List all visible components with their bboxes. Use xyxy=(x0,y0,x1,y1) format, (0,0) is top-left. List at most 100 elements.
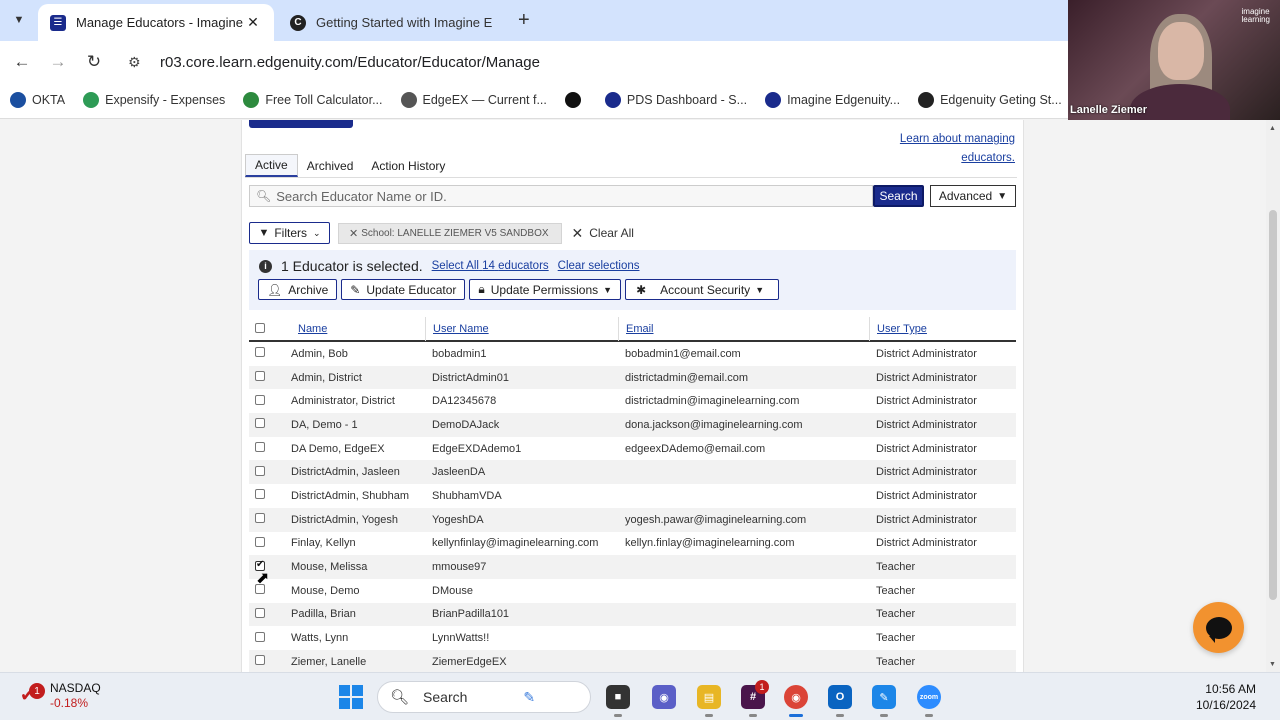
select-all-link[interactable]: Select All 14 educators xyxy=(432,260,549,272)
row-checkbox[interactable] xyxy=(255,371,265,382)
learn-link-line2[interactable]: educators. xyxy=(961,152,1015,164)
bookmark-label[interactable]: Imagine Edgenuity... xyxy=(787,93,900,107)
email-column-header[interactable]: Email xyxy=(618,317,869,341)
select-all-count[interactable]: 14 xyxy=(482,260,495,272)
bookmark-item[interactable]: Imagine Edgenuity... xyxy=(765,91,900,108)
bookmark-item[interactable]: PDS Dashboard - S... xyxy=(604,91,747,108)
bookmark-label[interactable]: PDS Dashboard - S... xyxy=(627,93,747,107)
row-checkbox[interactable] xyxy=(255,631,265,642)
teams-icon[interactable]: ◉ xyxy=(652,685,676,709)
select-all-prefix[interactable]: Select All xyxy=(432,260,479,272)
learn-link-line1[interactable]: Learn about managing xyxy=(900,133,1015,145)
row-checkbox[interactable] xyxy=(255,347,265,358)
search-button[interactable]: Search xyxy=(873,185,924,207)
tab-active[interactable]: Active xyxy=(245,154,298,177)
row-checkbox[interactable] xyxy=(255,442,265,453)
tab-action-history[interactable]: Action History xyxy=(362,154,454,177)
archive-button[interactable]: 👤︎ Archive xyxy=(258,279,338,300)
bookmark-label[interactable]: Edgenuity Geting St... xyxy=(940,93,1062,107)
clear-all-filters-button[interactable]: ✕ Clear All xyxy=(572,225,634,242)
bookmark-item[interactable]: EdgeEX — Current f... xyxy=(400,91,547,108)
remove-chip-icon[interactable]: ✕ xyxy=(349,227,358,240)
advanced-search-button[interactable]: Advanced ▼ xyxy=(930,185,1016,207)
url-omnibox[interactable]: ⚙ r03.core.learn.edgenuity.com/Educator/… xyxy=(120,46,1065,78)
table-row[interactable]: DistrictAdmin, Yogesh YogeshDA yogesh.pawa… xyxy=(249,507,1016,532)
page-scrollbar[interactable]: ▲ ▼ xyxy=(1266,120,1280,672)
chrome-icon[interactable]: ◉ xyxy=(784,685,808,717)
table-row[interactable]: Watts, Lynn LynnWatts!! Teacher xyxy=(249,626,1016,650)
tab-archived[interactable]: Archived xyxy=(298,154,363,177)
row-checkbox-cell xyxy=(249,655,291,668)
forward-arrow-icon[interactable]: → xyxy=(46,50,70,74)
bookmark-label[interactable]: OKTA xyxy=(32,93,65,107)
bookmark-item[interactable]: Free Toll Calculator... xyxy=(243,91,383,108)
bookmark-item[interactable]: Expensify - Expenses xyxy=(83,91,225,108)
file-explorer-icon[interactable]: ▤ xyxy=(697,685,721,717)
row-checkbox[interactable] xyxy=(255,607,265,618)
learn-about-managing-link[interactable]: Learn about managing educators. xyxy=(900,130,1015,168)
account-security-button[interactable]: ✱ Account Security ▼ xyxy=(625,279,780,300)
new-tab-plus-icon[interactable]: + xyxy=(518,9,530,32)
row-checkbox[interactable] xyxy=(255,394,265,405)
select-all-checkbox[interactable] xyxy=(255,323,265,333)
row-checkbox[interactable] xyxy=(255,513,265,524)
close-tab-icon[interactable]: ✕ xyxy=(244,14,262,31)
clear-selections-link[interactable]: Clear selections xyxy=(558,260,640,272)
row-checkbox[interactable] xyxy=(255,418,265,429)
chat-support-button[interactable] xyxy=(1193,602,1244,653)
update-educator-button[interactable]: ✎ Update Educator xyxy=(341,279,466,300)
table-row[interactable]: Mouse, Melissa mmouse97 Teacher xyxy=(249,555,1016,579)
table-row[interactable]: Administrator, District DA12345678 distric… xyxy=(249,389,1016,413)
browser-tab-manage-educators[interactable]: ☰ Manage Educators - Imagine Ed ✕ xyxy=(38,4,274,41)
username-cell: JasleenDA xyxy=(432,466,486,479)
system-clock[interactable]: 10:56 AM 10/16/2024 xyxy=(1196,681,1256,713)
windows-start-icon[interactable] xyxy=(339,685,363,709)
name-column-header[interactable]: Name xyxy=(291,317,425,341)
reload-icon[interactable]: ↻ xyxy=(82,50,106,74)
stock-widget[interactable]: ✔ 1 NASDAQ -0.18% xyxy=(20,681,101,711)
table-row[interactable]: Padilla, Brian BrianPadilla101 Teacher xyxy=(249,602,1016,627)
table-row[interactable]: Mouse, Demo DMouse Teacher xyxy=(249,579,1016,603)
educator-name-cell: DistrictAdmin, Yogesh xyxy=(291,513,398,526)
url-text[interactable]: r03.core.learn.edgenuity.com/Educator/Ed… xyxy=(160,54,540,71)
bookmark-item[interactable] xyxy=(564,91,587,108)
row-checkbox[interactable] xyxy=(255,465,265,476)
bookmark-item[interactable]: Edgenuity Geting St... xyxy=(918,91,1062,108)
table-row[interactable]: DistrictAdmin, Jasleen JasleenDA District … xyxy=(249,460,1016,485)
file-app-icon[interactable]: ■ xyxy=(606,685,630,717)
usertype-column-header[interactable]: User Type xyxy=(869,317,1016,341)
back-arrow-icon[interactable]: ← xyxy=(10,50,34,74)
table-row[interactable]: DA, Demo - 1 DemoDAJack dona.jackson@imagi… xyxy=(249,413,1016,437)
bookmark-label[interactable]: Expensify - Expenses xyxy=(105,93,225,107)
school-filter-chip[interactable]: ✕ School: LANELLE ZIEMER V5 SANDBOX xyxy=(338,222,562,244)
scroll-down-icon[interactable]: ▼ xyxy=(1269,661,1276,668)
scroll-up-icon[interactable]: ▲ xyxy=(1269,125,1276,132)
table-row[interactable]: DA Demo, EdgeEX EdgeEXDAdemo1 edgeexDAdemo… xyxy=(249,437,1016,461)
table-row[interactable]: Ziemer, Lanelle ZiemerEdgeEX Teacher xyxy=(249,649,1016,672)
table-row[interactable]: Finlay, Kellyn kellynfinlay@imaginelearni… xyxy=(249,532,1016,556)
table-row[interactable]: Admin, District DistrictAdmin01 districtad… xyxy=(249,365,1016,390)
zoom-icon[interactable]: zoom xyxy=(917,685,941,717)
row-checkbox[interactable] xyxy=(255,536,265,547)
educator-name-cell: Ziemer, Lanelle xyxy=(291,655,367,668)
paint-app-icon[interactable]: ✎ xyxy=(872,685,896,717)
row-checkbox[interactable] xyxy=(255,655,265,666)
search-input[interactable] xyxy=(276,188,857,204)
add-educator-button[interactable] xyxy=(249,120,353,128)
table-row[interactable]: DistrictAdmin, Shubham ShubhamVDA District… xyxy=(249,484,1016,508)
bookmark-item[interactable]: OKTA xyxy=(10,91,65,108)
scroll-thumb[interactable] xyxy=(1269,210,1277,600)
row-checkbox[interactable] xyxy=(255,489,265,500)
username-column-header[interactable]: User Name xyxy=(425,317,618,341)
outlook-icon[interactable]: O xyxy=(828,685,852,717)
taskbar-search[interactable]: 🔍︎ Search ✎ xyxy=(377,681,591,713)
bookmark-label[interactable]: EdgeEX — Current f... xyxy=(423,93,547,107)
site-settings-icon[interactable]: ⚙ xyxy=(128,54,148,71)
bookmark-label[interactable]: Free Toll Calculator... xyxy=(265,93,382,107)
tab-search-chevron-icon[interactable]: ▼ xyxy=(6,8,32,32)
filters-button[interactable]: ▼ Filters ⌄ xyxy=(249,222,330,244)
table-row[interactable]: Admin, Bob bobadmin1 bobadmin1@email.com Di… xyxy=(249,342,1016,366)
select-all-suffix[interactable]: educators xyxy=(498,260,549,272)
browser-tab-getting-started[interactable]: C Getting Started with Imagine Ed xyxy=(278,4,504,41)
update-permissions-button[interactable]: 🔒︎ Update Permissions ▼ xyxy=(469,279,622,300)
